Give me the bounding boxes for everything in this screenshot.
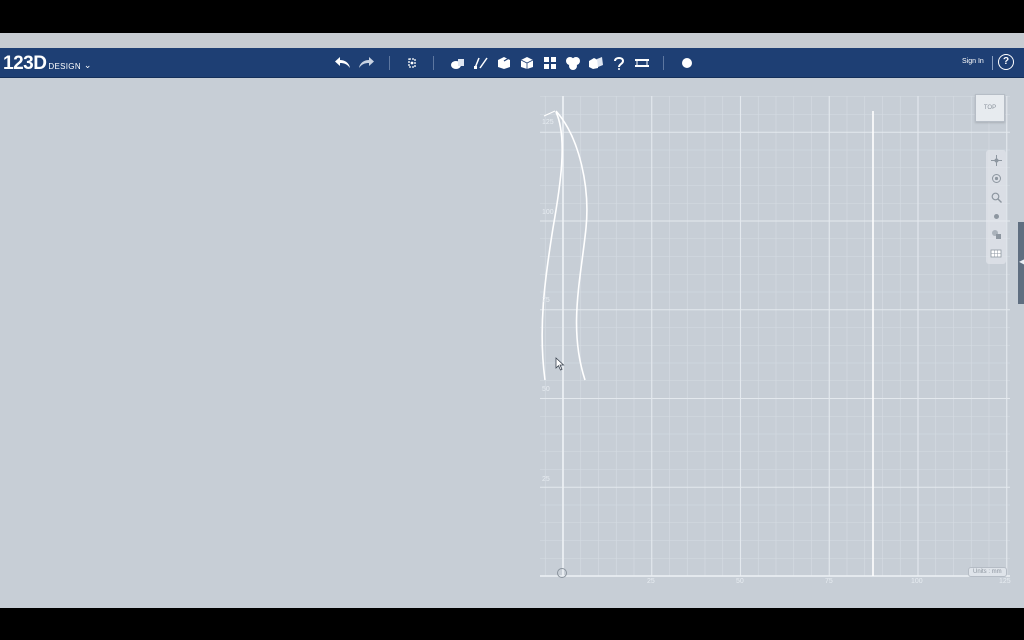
modify-icon xyxy=(520,57,534,69)
units-indicator[interactable]: Units : mm xyxy=(968,567,1007,577)
view-cube[interactable]: TOP xyxy=(975,94,1005,122)
sign-in-link[interactable]: Sign In xyxy=(962,58,984,65)
y-tick-label: 25 xyxy=(542,476,550,483)
x-tick-label: 100 xyxy=(911,578,923,585)
orbit-button[interactable] xyxy=(990,172,1002,184)
x-tick-label: 50 xyxy=(736,578,744,585)
y-tick-label: 125 xyxy=(542,119,554,126)
navigation-bar xyxy=(986,150,1006,264)
sketch-spline-stub xyxy=(543,110,556,117)
help-button[interactable]: ? xyxy=(998,54,1014,70)
pan-icon xyxy=(990,154,1002,166)
app-logo-menu[interactable]: 123D DESIGN ⌄ xyxy=(3,51,91,75)
x-tick-label: 125 xyxy=(999,578,1011,585)
orbit-icon xyxy=(991,173,1001,183)
pan-button[interactable] xyxy=(990,154,1002,166)
primitives-icon xyxy=(451,59,464,69)
logo-subtext: DESIGN xyxy=(48,62,81,71)
toolbar-separator xyxy=(992,56,993,70)
redo-button[interactable] xyxy=(356,53,376,73)
y-tick-label: 50 xyxy=(542,386,550,393)
construct-button[interactable] xyxy=(494,53,514,73)
toolbar-separator xyxy=(433,56,434,70)
view-mode-button[interactable] xyxy=(990,228,1002,240)
x-tick-label: 25 xyxy=(647,578,655,585)
y-tick-label: 100 xyxy=(542,209,554,216)
logo-text: 123D xyxy=(3,53,47,74)
origin-marker xyxy=(557,568,567,578)
app-toolbar: 123D DESIGN ⌄ Sign In xyxy=(0,48,1024,78)
snap-button[interactable] xyxy=(609,53,629,73)
fit-button[interactable] xyxy=(990,210,1002,222)
modify-button[interactable] xyxy=(517,53,537,73)
redo-icon xyxy=(359,57,374,68)
sketch-spline-right xyxy=(555,110,588,381)
transform-button[interactable] xyxy=(402,53,422,73)
letterbox-bottom xyxy=(0,608,1024,640)
group-button[interactable] xyxy=(563,53,583,73)
sketch-icon xyxy=(474,57,488,69)
window-top-strip xyxy=(0,33,1024,48)
3d-viewport[interactable]: 125 100 75 50 25 25 50 75 100 125 TOP Un… xyxy=(0,78,1024,608)
pattern-icon xyxy=(544,57,556,69)
grid-toggle-icon xyxy=(990,249,1002,257)
chevron-left-icon: ◀ xyxy=(1019,257,1024,266)
material-icon xyxy=(682,58,692,68)
view-cube-face-label: TOP xyxy=(983,105,997,111)
combine-button[interactable] xyxy=(586,53,606,73)
view-mode-icon xyxy=(991,229,1001,239)
undo-button[interactable] xyxy=(333,53,353,73)
snap-icon xyxy=(614,57,625,70)
mouse-cursor-icon xyxy=(555,357,565,371)
grid-toggle-button[interactable] xyxy=(990,246,1002,258)
x-tick-label: 75 xyxy=(825,578,833,585)
measure-icon xyxy=(635,59,649,67)
undo-icon xyxy=(335,57,350,68)
grid-plane xyxy=(540,96,1010,577)
toolbar-separator xyxy=(389,56,390,70)
primitives-button[interactable] xyxy=(448,53,468,73)
fit-icon xyxy=(993,213,999,219)
chevron-down-icon: ⌄ xyxy=(83,60,92,70)
sketch-button[interactable] xyxy=(471,53,491,73)
material-button[interactable] xyxy=(677,53,697,73)
construct-icon xyxy=(498,57,510,69)
zoom-button[interactable] xyxy=(990,191,1002,203)
pattern-button[interactable] xyxy=(540,53,560,73)
transform-icon xyxy=(408,58,416,68)
measure-button[interactable] xyxy=(632,53,652,73)
group-icon xyxy=(566,57,580,70)
units-label: Units : mm xyxy=(973,569,1002,575)
toolbar-separator xyxy=(663,56,664,70)
y-tick-label: 75 xyxy=(542,297,550,304)
combine-icon xyxy=(589,57,603,69)
zoom-icon xyxy=(991,192,1002,203)
